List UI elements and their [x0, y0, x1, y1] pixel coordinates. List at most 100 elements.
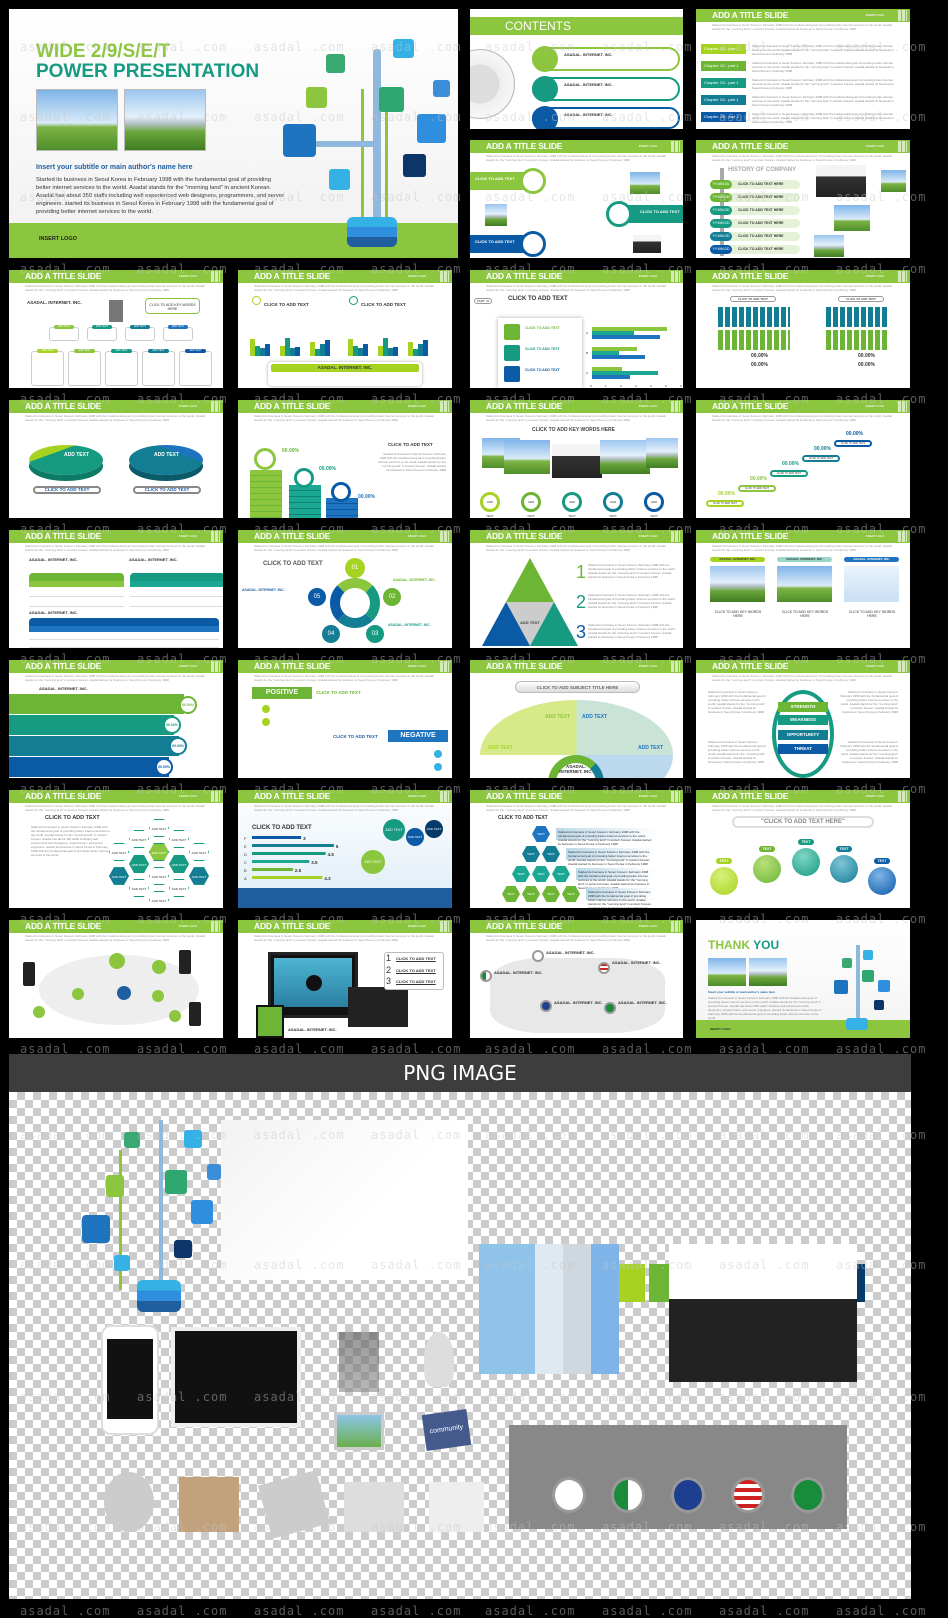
history-row[interactable]: YY.MM.DD CLICK TO ADD TEXT HERE	[710, 219, 800, 228]
org-group[interactable]	[68, 351, 101, 386]
stair-button[interactable]: CLICK TO ADD TEXT	[802, 455, 840, 462]
stair-button[interactable]: CLICK TO ADD TEXT	[706, 500, 744, 507]
slide-spheres[interactable]: ADD A TITLE SLIDE INSERT LOGO Started its…	[696, 790, 910, 908]
hex-cell[interactable]: ADD TEXT	[189, 867, 209, 885]
slide-cover[interactable]: WIDE 2/9/S/E/T POWER PRESENTATION Insert…	[9, 9, 458, 258]
slide-three-bands[interactable]: ADD A TITLE SLIDE INSERT LOGO Started its…	[470, 140, 683, 258]
slide-devices-video[interactable]: ADD A TITLE SLIDE INSERT LOGO Started its…	[238, 920, 452, 1038]
slide-contents[interactable]: CONTENTS ASADAL. INTERNET. INC. ASADAL. …	[470, 9, 683, 129]
hex-cell: TEXT	[522, 846, 540, 862]
chapter-3[interactable]: Chapter. 03 - part 1	[701, 78, 746, 88]
slide-triangle[interactable]: ADD A TITLE SLIDE INSERT LOGO Started its…	[470, 530, 683, 648]
slide-org-chart[interactable]: ADD A TITLE SLIDE INSERT LOGO Started its…	[9, 270, 223, 388]
hbar-value: 3.5	[311, 860, 318, 865]
hex-cell[interactable]: ADD TEXT	[149, 819, 169, 837]
watermark: asadal .com	[254, 1604, 345, 1618]
contents-item-3[interactable]: ASADAL. INTERNET. INC.	[532, 106, 680, 129]
hbar-value: 4.3	[324, 876, 331, 881]
hex-cell[interactable]: ADD TEXT	[149, 891, 169, 908]
history-row[interactable]: YY.MM.DD CLICK TO ADD TEXT HERE	[710, 180, 800, 189]
cover-subtitle: Insert your subtitle or main author's na…	[36, 164, 193, 171]
slide-pie-3d[interactable]: ADD A TITLE SLIDE INSERT LOGO Started its…	[9, 400, 223, 518]
slide-world-flags[interactable]: ADD A TITLE SLIDE INSERT LOGO Started its…	[470, 920, 683, 1038]
org-group[interactable]	[87, 327, 117, 341]
hex-cell[interactable]: ADD TEXT	[109, 843, 129, 861]
keywords-box[interactable]: CLICK TO ADD KEY WORDS HERE	[145, 298, 200, 314]
step-pin[interactable]: ADD TEXT	[562, 492, 582, 518]
history-row[interactable]: YY.MM.DD CLICK TO ADD TEXT HERE	[710, 232, 800, 241]
flag-korea	[532, 950, 544, 962]
history-text: CLICK TO ADD TEXT HERE	[738, 234, 784, 238]
swot-threat: THREAT	[778, 744, 828, 754]
subject-title-bar[interactable]: CLICK TO ADD SUBJECT TITLE HERE	[515, 681, 640, 693]
hex-cell[interactable]: ADD TEXT	[169, 879, 189, 897]
hex-cell[interactable]: ADD TEXT	[129, 830, 149, 848]
hex-cell: TEXT	[542, 846, 560, 862]
hex-cell[interactable]: ADD TEXT	[189, 843, 209, 861]
step-pin[interactable]: ADD TEXT	[603, 492, 623, 518]
org-group[interactable]	[163, 327, 193, 341]
stair-percent: 00.00%	[846, 431, 863, 437]
hex-cell[interactable]: ADD TEXT	[149, 843, 169, 861]
hex-cell[interactable]: ADD TEXT	[169, 855, 189, 873]
contents-item-1[interactable]: ASADAL. INTERNET. INC.	[532, 46, 680, 72]
slide-fan-chapters[interactable]: ADD A TITLE SLIDE INSERT LOGO CLICK TO AD…	[470, 660, 683, 778]
slide-positive-negative[interactable]: ADD A TITLE SLIDE INSERT LOGO Started its…	[238, 660, 452, 778]
slide-swot[interactable]: ADD A TITLE SLIDE INSERT LOGO Started its…	[696, 660, 910, 778]
org-group[interactable]	[105, 351, 138, 386]
slide-thank-you[interactable]: THANK YOU Insert your subtitle or main a…	[696, 920, 910, 1038]
hex-cell[interactable]: ADD TEXT	[129, 855, 149, 873]
history-row[interactable]: YY.MM.DD CLICK TO ADD TEXT HERE	[710, 245, 800, 254]
slide-tables[interactable]: ADD A TITLE SLIDE INSERT LOGO Started its…	[9, 530, 223, 648]
history-row[interactable]: YY.MM.DD CLICK TO ADD TEXT HERE	[710, 206, 800, 215]
slide-3d-columns[interactable]: ADD A TITLE SLIDE INSERT LOGO Started its…	[238, 400, 452, 518]
watermark: asadal .com	[485, 1604, 576, 1618]
slide-three-photos[interactable]: ADD A TITLE SLIDE INSERT LOGO Started its…	[696, 530, 910, 648]
slide-hexagons[interactable]: ADD A TITLE SLIDE INSERT LOGO Started its…	[9, 790, 223, 908]
tree-icon-document	[283, 124, 316, 157]
hex-cell[interactable]: ADD TEXT	[109, 867, 129, 885]
stair-button[interactable]: CLICK TO ADD TEXT	[834, 440, 872, 447]
chapter-5[interactable]: Chapter. 05 - part 1	[701, 112, 746, 122]
slide-hbar-chart[interactable]: ADD A TITLE SLIDE INSERT LOGO Started its…	[470, 270, 683, 388]
chapter-2[interactable]: Chapter. 02 - part 1	[701, 61, 746, 71]
flag-algeria	[480, 970, 492, 982]
org-group[interactable]	[125, 327, 155, 341]
hex-cell[interactable]: ADD TEXT	[149, 867, 169, 885]
history-text: CLICK TO ADD TEXT HERE	[738, 247, 784, 251]
slide-staircase[interactable]: ADD A TITLE SLIDE INSERT LOGO Started its…	[696, 400, 910, 518]
hex-cell[interactable]: ADD TEXT	[129, 879, 149, 897]
slide-hex-pyramid[interactable]: ADD A TITLE SLIDE INSERT LOGO Started its…	[470, 790, 683, 908]
slide-world-network[interactable]: ADD A TITLE SLIDE INSERT LOGO Started its…	[9, 920, 223, 1038]
org-group[interactable]	[31, 351, 64, 386]
slide-people-stats[interactable]: ADD A TITLE SLIDE INSERT LOGO Started its…	[696, 270, 910, 388]
slide-ribbon-bands[interactable]: ADD A TITLE SLIDE INSERT LOGO Started its…	[9, 660, 223, 778]
asset-monitor	[171, 1327, 301, 1427]
slide-value-bars[interactable]: ADD A TITLE SLIDE INSERT LOGO Started its…	[238, 790, 452, 908]
slide-process-pins[interactable]: ADD A TITLE SLIDE INSERT LOGO Started its…	[470, 400, 683, 518]
step-pin[interactable]: ADD TEXT	[521, 492, 541, 518]
slide-history[interactable]: ADD A TITLE SLIDE INSERT LOGO Started its…	[696, 140, 910, 258]
contents-wheel[interactable]	[470, 49, 515, 119]
history-row[interactable]: YY.MM.DD CLICK TO ADD TEXT HERE	[710, 193, 800, 202]
contents-item-2[interactable]: ASADAL. INTERNET. INC.	[532, 76, 680, 102]
slide-cycle-5[interactable]: ADD A TITLE SLIDE INSERT LOGO Started its…	[238, 530, 452, 648]
org-group[interactable]	[179, 351, 212, 386]
stair-button[interactable]: CLICK TO ADD TEXT	[738, 485, 776, 492]
slide-chapters[interactable]: ADD A TITLE SLIDE INSERT LOGO Started its…	[696, 9, 910, 129]
org-group[interactable]	[49, 327, 79, 341]
hex-cell[interactable]: ADD TEXT	[169, 830, 189, 848]
cover-title-line2: POWER PRESENTATION	[36, 61, 260, 82]
play-icon[interactable]	[306, 975, 322, 991]
chapter-4[interactable]: Chapter. 04 - part 1	[701, 95, 746, 105]
thank-you-title: THANK YOU	[708, 938, 780, 952]
stair-button[interactable]: CLICK TO ADD TEXT	[770, 470, 808, 477]
axis-tick: 5	[665, 384, 667, 388]
step-pin[interactable]: ADD TEXT	[480, 492, 500, 518]
org-group[interactable]	[142, 351, 175, 386]
slide-column-charts[interactable]: ADD A TITLE SLIDE INSERT LOGO Started its…	[238, 270, 452, 388]
step-pin[interactable]: ADD TEXT	[644, 492, 664, 518]
watermark: asadal .com	[836, 1604, 927, 1618]
quote-box[interactable]: "CLICK TO ADD TEXT HERE"	[732, 816, 874, 828]
chapter-1[interactable]: Chapter. 01 - part 1	[701, 44, 746, 54]
